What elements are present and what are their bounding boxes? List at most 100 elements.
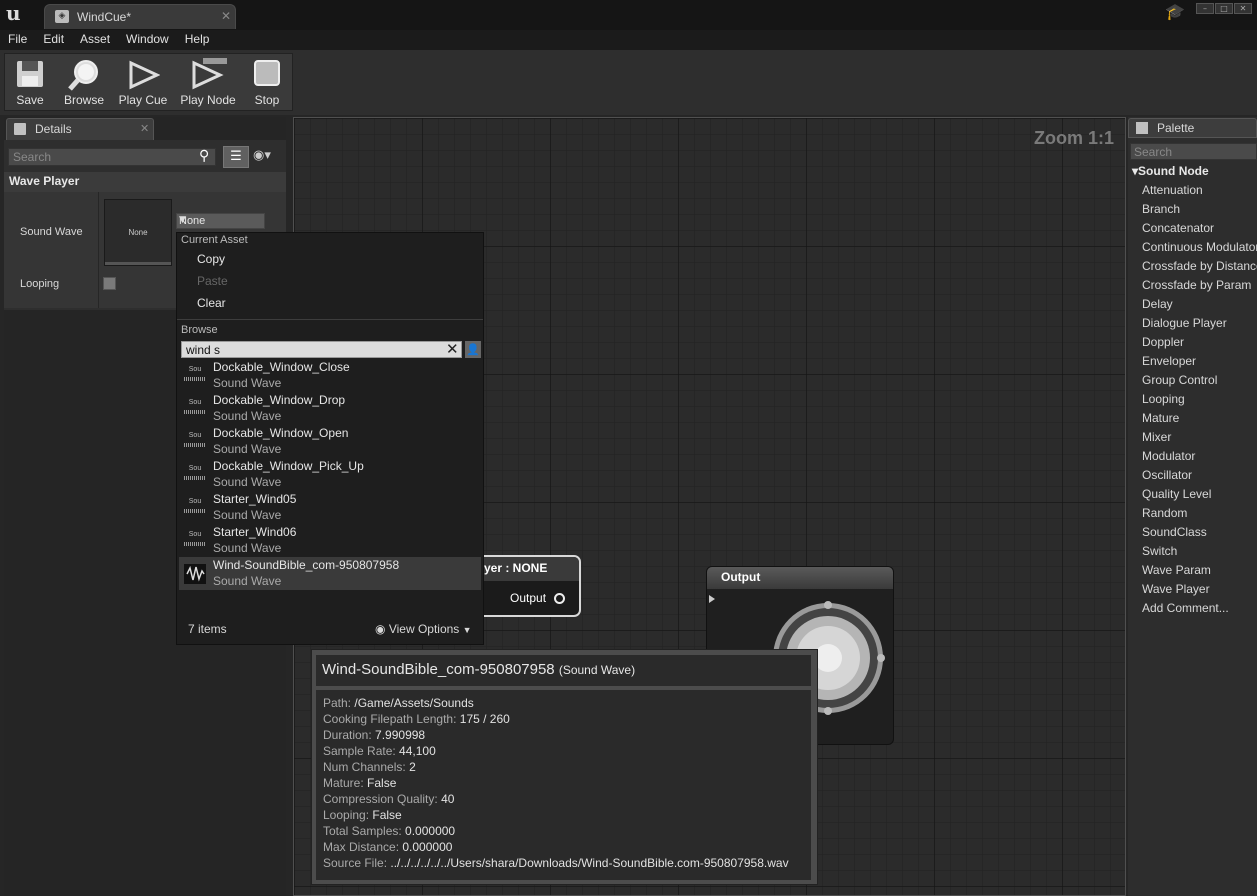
copy-menu-item[interactable]: Copy xyxy=(197,252,225,266)
palette-item[interactable]: Group Control xyxy=(1142,373,1257,387)
asset-type: Sound Wave xyxy=(213,475,282,489)
tooltip-key: Looping: xyxy=(323,808,370,822)
palette-item[interactable]: Dialogue Player xyxy=(1142,316,1257,330)
palette-item[interactable]: Random xyxy=(1142,506,1257,520)
wave-player-category-label: Wave Player xyxy=(9,174,80,188)
menu-help[interactable]: Help xyxy=(177,31,218,48)
tab-palette[interactable]: Palette xyxy=(1128,118,1257,138)
tooltip-value: 2 xyxy=(409,760,416,774)
tooltip-row: Looping: False xyxy=(323,808,402,822)
palette-item[interactable]: Switch xyxy=(1142,544,1257,558)
tab-label: WindCue* xyxy=(77,10,132,24)
palette-item[interactable]: Mixer xyxy=(1142,430,1257,444)
clear-menu-item[interactable]: Clear xyxy=(197,296,226,310)
sound-wave-thumbnail-text: None xyxy=(128,228,148,237)
palette-item[interactable]: Wave Player xyxy=(1142,582,1257,596)
palette-item[interactable]: SoundClass xyxy=(1142,525,1257,539)
wave-player-node[interactable]: yer : NONE Output xyxy=(468,555,581,617)
asset-name: Dockable_Window_Close xyxy=(213,360,350,374)
wave-player-category[interactable]: Wave Player xyxy=(4,172,286,192)
palette-item[interactable]: Enveloper xyxy=(1142,354,1257,368)
list-item[interactable]: Sou Dockable_Window_Pick_Up Sound Wave xyxy=(179,458,481,491)
minimize-button[interactable]: – xyxy=(1196,3,1214,14)
maximize-button[interactable]: □ xyxy=(1215,3,1233,14)
close-icon[interactable]: ✕ xyxy=(140,122,149,135)
list-item[interactable]: Sou Dockable_Window_Close Sound Wave xyxy=(179,359,481,392)
palette-item[interactable]: Branch xyxy=(1142,202,1257,216)
asset-type: Sound Wave xyxy=(213,376,282,390)
asset-search-input[interactable]: wind s ✕ xyxy=(181,340,462,358)
list-item[interactable]: Sou Starter_Wind05 Sound Wave xyxy=(179,491,481,524)
toolbar: Save Browse Play Cue Play Node Stop xyxy=(4,53,293,111)
palette-item[interactable]: Crossfade by Distance xyxy=(1142,259,1257,273)
close-window-button[interactable]: ✕ xyxy=(1234,3,1252,14)
palette-search-input[interactable]: Search xyxy=(1130,143,1257,160)
menu-edit[interactable]: Edit xyxy=(35,31,72,48)
palette-item[interactable]: Oscillator xyxy=(1142,468,1257,482)
asset-name: Dockable_Window_Open xyxy=(213,426,349,440)
palette-item[interactable]: Looping xyxy=(1142,392,1257,406)
list-item[interactable]: Sou Dockable_Window_Open Sound Wave xyxy=(179,425,481,458)
person-icon[interactable]: 👤 xyxy=(465,341,481,358)
menu-file[interactable]: File xyxy=(0,31,35,48)
play-cue-button[interactable]: Play Cue xyxy=(115,54,171,111)
palette-item[interactable]: Quality Level xyxy=(1142,487,1257,501)
tab-details[interactable]: Details ✕ xyxy=(6,118,154,140)
looping-checkbox[interactable] xyxy=(103,277,116,290)
palette-item[interactable]: Delay xyxy=(1142,297,1257,311)
tooltip-row: Mature: False xyxy=(323,776,396,790)
palette-item[interactable]: Add Comment... xyxy=(1142,601,1257,615)
thumb-label: Sou xyxy=(188,531,202,538)
view-options-button[interactable]: ◉ View Options ▼ xyxy=(375,622,472,636)
palette-item[interactable]: Modulator xyxy=(1142,449,1257,463)
tooltip-header: Wind-SoundBible_com-950807958 (Sound Wav… xyxy=(316,655,811,686)
details-search-input[interactable]: Search ⚲ xyxy=(8,148,216,166)
tab-windcue[interactable]: ◈ WindCue* ✕ xyxy=(44,4,236,29)
tooltip-value: 40 xyxy=(441,792,455,806)
menu-asset[interactable]: Asset xyxy=(72,31,118,48)
palette-item[interactable]: Wave Param xyxy=(1142,563,1257,577)
tooltip-value: False xyxy=(367,776,397,790)
close-icon[interactable]: ✕ xyxy=(221,9,231,23)
tooltip-value: ../../../../../../Users/shara/Downloads/… xyxy=(390,856,789,870)
sound-wave-icon: Sou xyxy=(184,531,206,551)
tooltip-row: Source File: ../../../../../../Users/sha… xyxy=(323,856,789,870)
play-node-button[interactable]: Play Node xyxy=(175,54,241,111)
output-pin[interactable] xyxy=(554,593,565,604)
item-count: 7 items xyxy=(188,622,227,636)
asset-picker-dropdown: Current Asset Copy Paste Clear Browse wi… xyxy=(176,232,484,645)
property-matrix-button[interactable]: ☰ xyxy=(223,146,249,168)
sound-wave-combo[interactable]: None ▼ xyxy=(176,213,265,229)
paste-menu-item[interactable]: Paste xyxy=(197,274,228,288)
stop-button[interactable]: Stop xyxy=(245,54,289,111)
magnifier-icon xyxy=(68,60,98,91)
list-item[interactable]: Sou Starter_Wind06 Sound Wave xyxy=(179,524,481,557)
palette-item[interactable]: Mature xyxy=(1142,411,1257,425)
palette-item[interactable]: Continuous Modulator xyxy=(1142,240,1257,254)
browse-button[interactable]: Browse xyxy=(57,54,111,111)
eye-icon[interactable]: ◉▾ xyxy=(253,148,271,163)
palette-item[interactable]: Attenuation xyxy=(1142,183,1257,197)
sound-cue-icon: ◈ xyxy=(55,10,69,23)
list-item-selected[interactable]: Wind-SoundBible_com-950807958 Sound Wave xyxy=(179,557,481,590)
palette-category-sound-node[interactable]: ▾Sound Node xyxy=(1132,164,1209,178)
thumb-label: Sou xyxy=(188,366,202,373)
property-divider[interactable] xyxy=(98,192,99,308)
thumb-label: Sou xyxy=(188,465,202,472)
sound-wave-thumbnail[interactable]: None xyxy=(104,199,172,266)
palette-item[interactable]: Concatenator xyxy=(1142,221,1257,235)
list-item[interactable]: Sou Dockable_Window_Drop Sound Wave xyxy=(179,392,481,425)
menu-window[interactable]: Window xyxy=(118,31,177,48)
sound-wave-icon: Sou xyxy=(184,399,206,419)
clear-search-icon[interactable]: ✕ xyxy=(446,340,459,358)
thumb-label: Sou xyxy=(188,432,202,439)
palette-item[interactable]: Doppler xyxy=(1142,335,1257,349)
tooltip-key: Path: xyxy=(323,696,352,710)
graduation-cap-icon[interactable]: 🎓 xyxy=(1165,2,1185,21)
input-pin[interactable] xyxy=(709,595,717,603)
tooltip-asset-name: Wind-SoundBible_com-950807958 xyxy=(322,661,555,678)
thumb-label: Sou xyxy=(188,399,202,406)
asset-search-value: wind s xyxy=(186,343,221,357)
save-button[interactable]: Save xyxy=(5,54,55,111)
palette-item[interactable]: Crossfade by Param xyxy=(1142,278,1257,292)
